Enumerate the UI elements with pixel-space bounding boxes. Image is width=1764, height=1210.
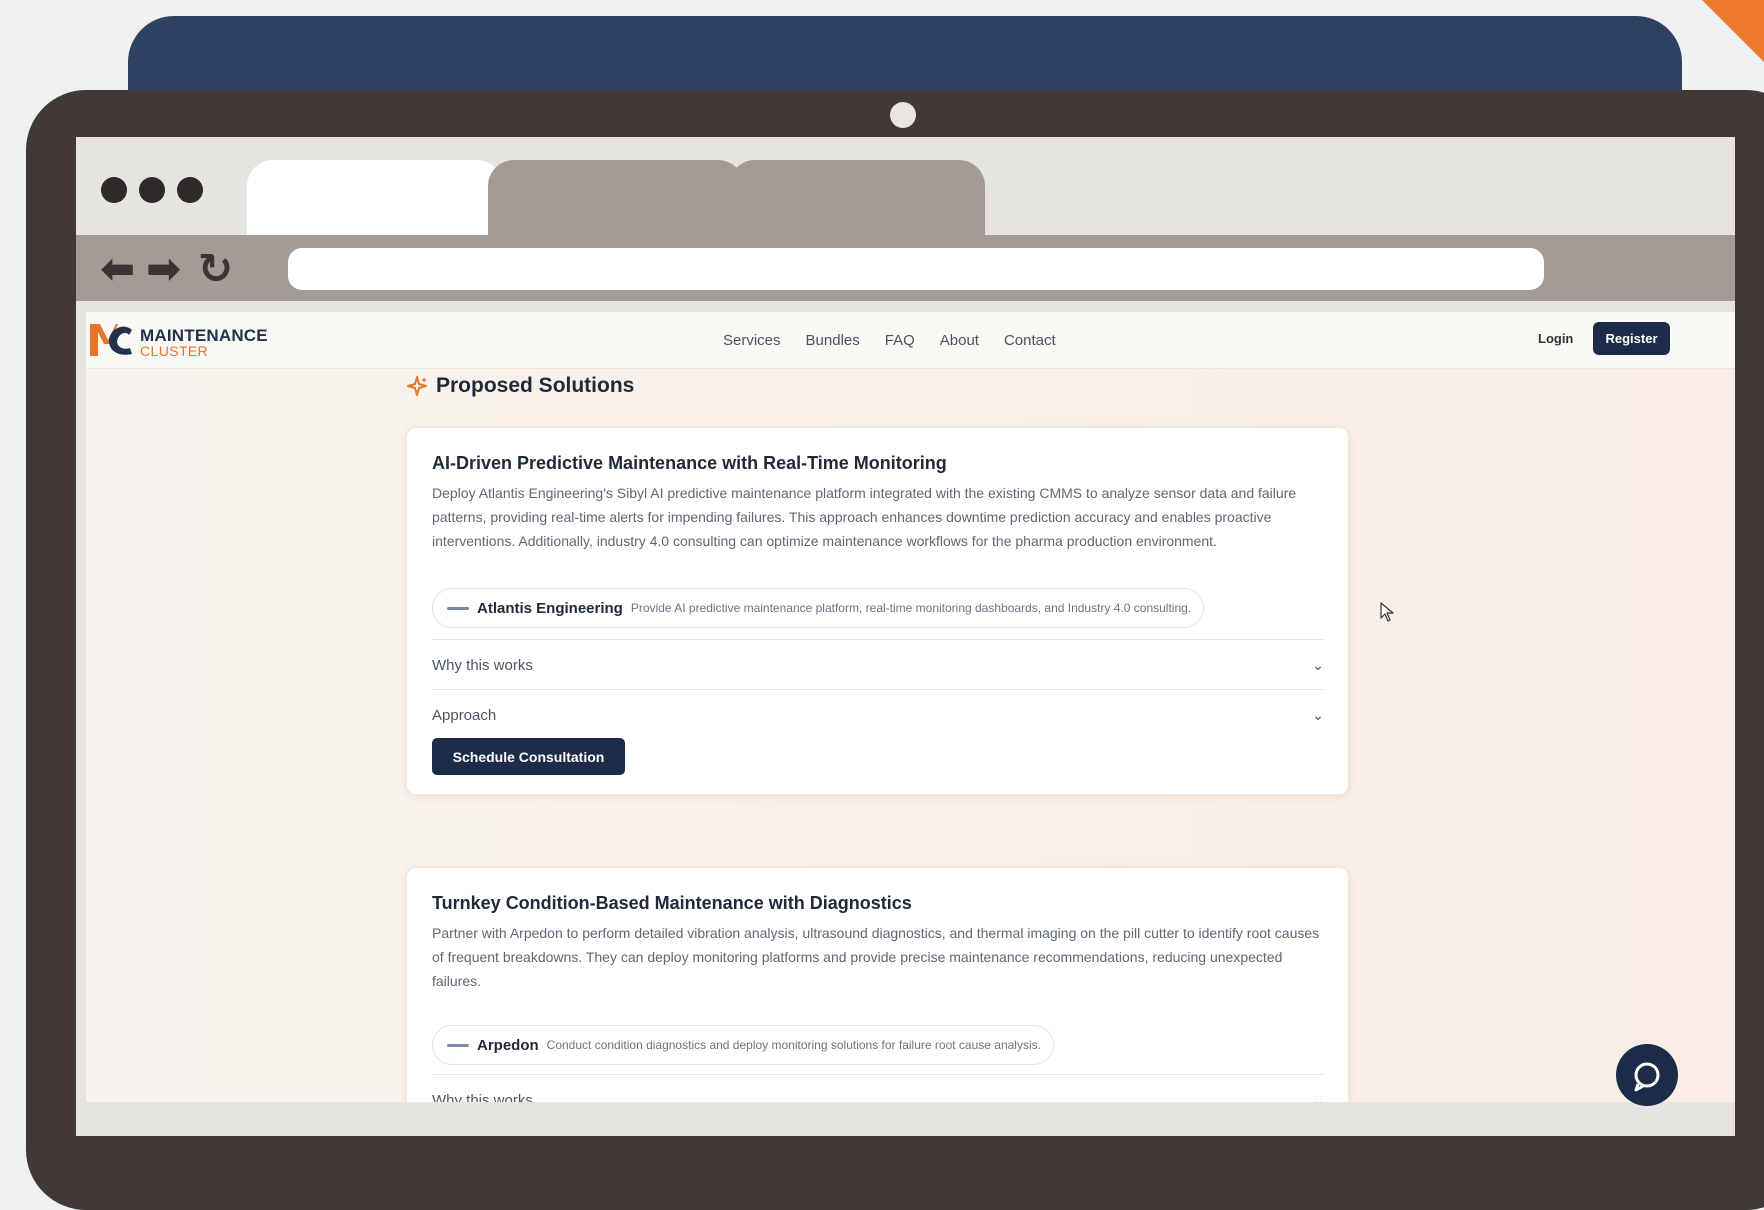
solution-card: AI-Driven Predictive Maintenance with Re… bbox=[406, 427, 1349, 795]
solution-title: AI-Driven Predictive Maintenance with Re… bbox=[432, 453, 947, 473]
site-header: MAINTENANCE CLUSTER Services Bundles FAQ… bbox=[86, 312, 1735, 369]
provider-logo bbox=[447, 1043, 469, 1047]
screen-bottom-bar bbox=[76, 1104, 1735, 1136]
forward-arrow-icon[interactable]: ➡ bbox=[146, 245, 181, 293]
provider-chip[interactable]: Arpedon Conduct condition diagnostics an… bbox=[432, 1025, 1054, 1065]
browser-tabbar bbox=[76, 137, 1735, 235]
solution-card: Turnkey Condition-Based Maintenance with… bbox=[406, 867, 1349, 1102]
web-page: MAINTENANCE CLUSTER Services Bundles FAQ… bbox=[86, 312, 1735, 1102]
login-link[interactable]: Login bbox=[1538, 331, 1573, 346]
nav-bundles[interactable]: Bundles bbox=[806, 332, 860, 349]
camera-dot bbox=[890, 102, 916, 128]
provider-description: Conduct condition diagnostics and deploy… bbox=[546, 1038, 1041, 1052]
browser-tab[interactable] bbox=[488, 160, 744, 235]
chevron-down-icon: ⌄ bbox=[1312, 706, 1324, 723]
sparkle-icon bbox=[407, 376, 427, 396]
solution-description: Partner with Arpedon to perform detailed… bbox=[432, 925, 1320, 989]
logo-subtext: CLUSTER bbox=[140, 343, 209, 359]
address-bar[interactable] bbox=[288, 248, 1544, 290]
reload-icon[interactable]: ↻ bbox=[198, 245, 233, 293]
browser-toolbar: ⬅ ➡ ↻ bbox=[76, 235, 1735, 301]
provider-name: Atlantis Engineering bbox=[477, 599, 623, 617]
register-button[interactable]: Register bbox=[1593, 322, 1670, 355]
accordion-label: Why this works bbox=[432, 656, 533, 674]
browser-tab-active[interactable] bbox=[247, 160, 503, 235]
section-title: Proposed Solutions bbox=[436, 374, 635, 397]
provider-name: Arpedon bbox=[477, 1036, 539, 1054]
accordion-label: Why this works bbox=[432, 1091, 533, 1103]
decorative-corner bbox=[1702, 0, 1764, 62]
schedule-consultation-button[interactable]: Schedule Consultation bbox=[432, 738, 625, 775]
back-arrow-icon[interactable]: ⬅ bbox=[100, 245, 135, 293]
nav-about[interactable]: About bbox=[940, 332, 979, 349]
chat-button[interactable] bbox=[1616, 1044, 1678, 1106]
nav-contact[interactable]: Contact bbox=[1004, 332, 1056, 349]
solution-title: Turnkey Condition-Based Maintenance with… bbox=[432, 893, 912, 913]
provider-chip[interactable]: Atlantis Engineering Provide AI predicti… bbox=[432, 588, 1205, 628]
accordion-why-this-works[interactable]: Why this works ⌄ bbox=[432, 1074, 1324, 1102]
provider-description: Provide AI predictive maintenance platfo… bbox=[630, 601, 1192, 615]
chevron-down-icon: ⌄ bbox=[1312, 1091, 1324, 1103]
nav-faq[interactable]: FAQ bbox=[885, 332, 915, 349]
mouse-cursor-icon bbox=[1380, 602, 1394, 622]
nav-services[interactable]: Services bbox=[723, 332, 781, 349]
window-dot[interactable] bbox=[101, 177, 127, 203]
logo-mark-icon bbox=[90, 324, 132, 356]
main-nav: Services Bundles FAQ About Contact bbox=[723, 312, 1056, 368]
accordion-approach[interactable]: Approach ⌄ bbox=[432, 689, 1324, 740]
browser-tab[interactable] bbox=[729, 160, 985, 235]
site-logo[interactable]: MAINTENANCE CLUSTER bbox=[88, 318, 278, 362]
section-heading: Proposed Solutions bbox=[406, 374, 634, 398]
screen: ⬅ ➡ ↻ MAINTENANCE CLUSTER Services Bundl… bbox=[76, 137, 1735, 1136]
window-dot[interactable] bbox=[139, 177, 165, 203]
window-dot[interactable] bbox=[177, 177, 203, 203]
chevron-down-icon: ⌄ bbox=[1312, 656, 1324, 673]
solution-description: Deploy Atlantis Engineering's Sibyl AI p… bbox=[432, 485, 1297, 549]
window-controls bbox=[101, 177, 203, 203]
provider-logo bbox=[447, 606, 469, 610]
accordion-label: Approach bbox=[432, 706, 497, 724]
chat-icon bbox=[1634, 1062, 1660, 1092]
accordion-why-this-works[interactable]: Why this works ⌄ bbox=[432, 639, 1324, 690]
